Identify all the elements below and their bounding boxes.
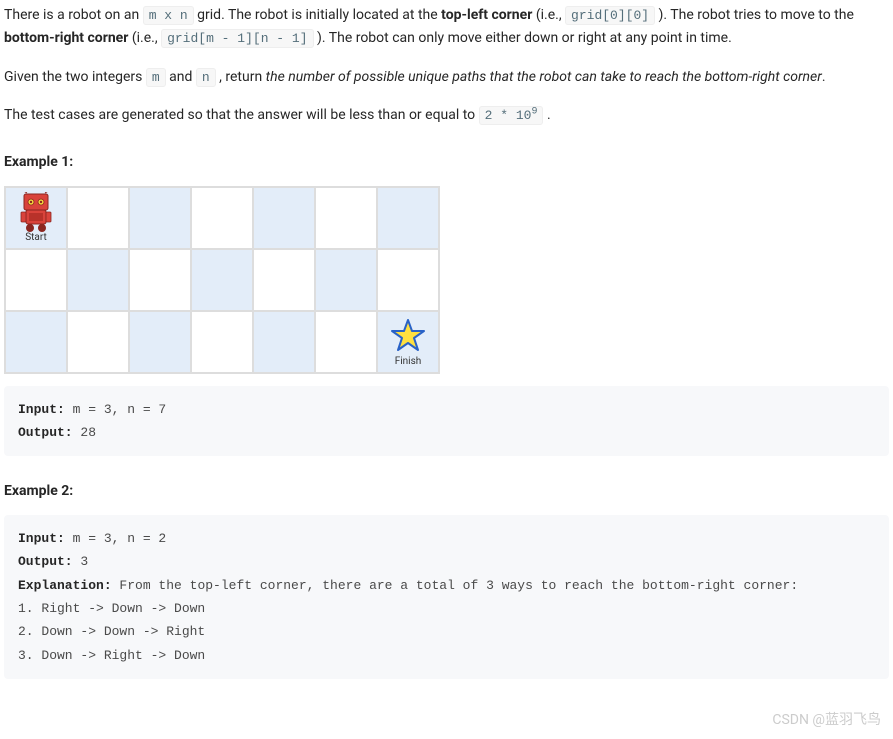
grid-cell [253,311,315,373]
input-label: Input: [18,402,65,417]
explanation-label: Explanation: [18,578,112,593]
path-line: 2. Down -> Down -> Right [18,624,205,639]
text: . [543,107,550,123]
problem-paragraph-1: There is a robot on an m x n grid. The r… [4,4,889,50]
grid-row: Start [5,187,439,249]
text: . [822,69,826,85]
text: ). The robot tries to move to the [655,7,854,23]
text: (i.e., [532,7,565,23]
bold-text: top-left corner [441,7,532,23]
path-line: 3. Down -> Right -> Down [18,648,205,663]
example-2-block: Input: m = 3, n = 2 Output: 3 Explanatio… [4,515,889,679]
text: and [166,69,196,85]
grid-cell-start: Start [5,187,67,249]
text: (i.e., [128,30,161,46]
grid-cell [67,311,129,373]
grid-cell [67,249,129,311]
text: ). The robot can only move either down o… [314,30,732,46]
grid-cell [377,249,439,311]
bold-text: bottom-right corner [4,30,128,46]
problem-paragraph-3: The test cases are generated so that the… [4,104,889,127]
grid-row: Finish [5,311,439,373]
text: There is a robot on an [4,7,143,23]
grid-cell [315,187,377,249]
text: 2 * 10 [485,108,532,123]
italic-text: the number of possible unique paths that… [266,69,822,85]
star-icon [390,318,426,359]
grid-cell-finish: Finish [377,311,439,373]
grid-cell [315,311,377,373]
inline-code: 2 * 109 [479,106,544,125]
output-value: 3 [73,554,89,569]
output-value: 28 [73,425,96,440]
robot-icon [14,192,58,241]
input-value: m = 3, n = 7 [65,402,166,417]
text: , return [216,69,266,85]
grid-figure: Start Finish [4,186,440,374]
grid-cell [129,187,191,249]
inline-code: grid[0][0] [565,6,655,25]
grid-cell [129,249,191,311]
grid-cell [5,311,67,373]
grid-cell [191,187,253,249]
inline-code: grid[m - 1][n - 1] [161,29,313,48]
inline-code: m x n [143,6,194,25]
grid-row [5,249,439,311]
example-1-heading: Example 1: [4,151,889,173]
input-value: m = 3, n = 2 [65,531,166,546]
input-label: Input: [18,531,65,546]
grid-cell [67,187,129,249]
output-label: Output: [18,425,73,440]
inline-code: m [146,68,166,87]
grid-cell [315,249,377,311]
grid-cell [5,249,67,311]
output-label: Output: [18,554,73,569]
problem-paragraph-2: Given the two integers m and n , return … [4,66,889,89]
grid-cell [129,311,191,373]
grid-cell [191,311,253,373]
watermark: CSDN @蓝羽飞鸟 [772,709,881,731]
grid-cell [253,187,315,249]
superscript: 9 [531,107,537,118]
inline-code: n [196,68,216,87]
grid-cell [377,187,439,249]
grid-cell [191,249,253,311]
example-1-block: Input: m = 3, n = 7 Output: 28 [4,386,889,457]
path-line: 1. Right -> Down -> Down [18,601,205,616]
text: grid. The robot is initially located at … [194,7,441,23]
grid-cell [253,249,315,311]
example-2-heading: Example 2: [4,480,889,502]
text: The test cases are generated so that the… [4,107,479,123]
text: Given the two integers [4,69,146,85]
explanation-text: From the top-left corner, there are a to… [112,578,799,593]
